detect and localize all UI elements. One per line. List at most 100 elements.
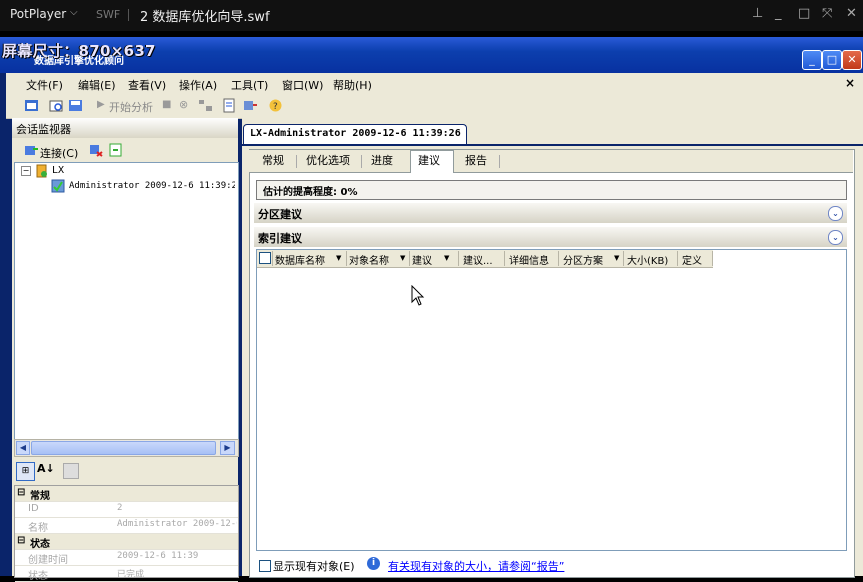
chevron-down-icon[interactable]: ⌵: [70, 7, 78, 18]
save-icon[interactable]: [68, 98, 83, 113]
menu-file[interactable]: 文件(F): [26, 77, 63, 93]
select-all-checkbox[interactable]: [259, 252, 271, 264]
grid-header: 数据库名称 ▼ 对象名称 ▼ 建议 ▼ 建议... 详细信息 分区方案 ▼ 大小…: [257, 250, 713, 268]
connect-icon[interactable]: [243, 98, 258, 113]
info-icon: i: [367, 557, 380, 570]
scroll-right-icon[interactable]: ▶: [220, 441, 235, 455]
fullscreen-icon[interactable]: ⤧: [822, 6, 832, 21]
estimated-improvement-label: 估计的提高程度: 0%: [263, 187, 358, 198]
file-type-label: SWF: [96, 8, 121, 21]
close-icon[interactable]: ✕: [846, 6, 857, 21]
index-recommendations-grid: [256, 249, 847, 551]
report-icon[interactable]: [222, 98, 237, 113]
session-node-label[interactable]: Administrator 2009-12-6 11:39:26: [69, 181, 235, 191]
property-value: 2009-12-6 11:39: [117, 551, 199, 561]
window-close-button[interactable]: ✕: [842, 50, 862, 70]
refresh-icon[interactable]: [109, 143, 122, 157]
file-title: 2 数据库优化向导.swf: [140, 10, 270, 25]
window-minimize-button[interactable]: _: [802, 50, 822, 70]
column-object-name[interactable]: 对象名称: [349, 252, 389, 267]
column-details[interactable]: 详细信息: [509, 252, 549, 267]
help-icon[interactable]: ?: [268, 98, 283, 113]
pin-icon[interactable]: ⊥: [752, 6, 763, 21]
column-recommendation-target[interactable]: 建议...: [463, 252, 493, 267]
properties-grid: ⊟ 常规 ID 2 名称 Administrator 2009-12-6 ⊟ 状态 创建…: [14, 485, 239, 582]
partition-recommendations-header[interactable]: 分区建议 ⌄: [254, 203, 847, 223]
connect-icon[interactable]: [24, 143, 39, 158]
menu-help[interactable]: 帮助(H): [333, 77, 372, 93]
server-icon[interactable]: [35, 164, 48, 178]
player-name[interactable]: PotPlayer: [10, 7, 66, 21]
property-row[interactable]: ID 2: [15, 502, 238, 518]
categorized-view-icon[interactable]: ⊞: [16, 462, 35, 481]
property-category-status[interactable]: ⊟ 状态: [15, 534, 238, 550]
document-tab[interactable]: LX-Administrator 2009-12-6 11:39:26: [243, 124, 467, 145]
disconnect-icon[interactable]: [89, 143, 103, 157]
menu-edit[interactable]: 编辑(E): [78, 77, 116, 93]
divider: [346, 251, 347, 266]
column-definition[interactable]: 定义: [682, 252, 702, 267]
tab-recommendations[interactable]: 建议: [418, 152, 440, 172]
column-size-kb[interactable]: 大小(KB): [627, 252, 668, 267]
start-analysis-button[interactable]: 开始分析: [109, 99, 153, 115]
filter-icon[interactable]: ▼: [444, 254, 449, 262]
collapse-icon[interactable]: ⊟: [17, 487, 25, 498]
maximize-icon[interactable]: □: [798, 6, 810, 21]
open-file-icon[interactable]: [49, 98, 64, 113]
property-row[interactable]: 创建时间 2009-12-6 11:39: [15, 550, 238, 566]
session-monitor-header: 会话监视器: [12, 118, 238, 138]
close-document-icon[interactable]: ×: [845, 76, 855, 90]
expand-icon[interactable]: ⌄: [828, 206, 843, 221]
property-value: 2: [117, 503, 123, 513]
menu-view[interactable]: 查看(V): [128, 77, 166, 93]
window-maximize-button[interactable]: □: [822, 50, 842, 70]
divider: [409, 251, 410, 266]
index-recommendations-header[interactable]: 索引建议 ⌄: [254, 227, 847, 247]
show-existing-objects-checkbox[interactable]: [259, 560, 271, 572]
stop-icon[interactable]: ■: [162, 99, 171, 110]
column-database-name[interactable]: 数据库名称: [275, 252, 325, 267]
divider: [296, 155, 297, 168]
property-key: 名称: [28, 523, 48, 534]
tab-progress[interactable]: 进度: [371, 152, 393, 172]
collapse-icon[interactable]: −: [21, 166, 31, 176]
menu-action[interactable]: 操作(A): [179, 77, 217, 93]
server-node-label[interactable]: LX: [52, 165, 64, 176]
collapse-icon[interactable]: ⊟: [17, 535, 25, 546]
cancel-icon[interactable]: ⊗: [179, 98, 188, 111]
property-pages-icon[interactable]: [63, 463, 79, 479]
session-icon[interactable]: [51, 179, 65, 193]
filter-icon[interactable]: ▼: [614, 254, 619, 262]
tab-general[interactable]: 常规: [262, 152, 284, 172]
menu-window[interactable]: 窗口(W): [282, 77, 323, 93]
tab-tuning-options[interactable]: 优化选项: [306, 152, 350, 172]
filter-icon[interactable]: ▼: [336, 254, 341, 262]
report-link[interactable]: 有关现有对象的大小，请参阅“报告”: [388, 558, 564, 574]
session-tree: [14, 162, 239, 440]
collapse-icon[interactable]: ⌄: [828, 230, 843, 245]
column-recommendation[interactable]: 建议: [412, 252, 432, 267]
divider: [558, 251, 559, 266]
new-session-icon[interactable]: [24, 98, 39, 113]
column-partition-scheme[interactable]: 分区方案: [563, 252, 603, 267]
tab-reports[interactable]: 报告: [465, 152, 487, 172]
property-category-general[interactable]: ⊟ 常规: [15, 486, 238, 502]
section-title: 索引建议: [258, 232, 302, 245]
divider: [361, 155, 362, 168]
filter-icon[interactable]: ▼: [400, 254, 405, 262]
divider: [504, 251, 505, 266]
menu-tools[interactable]: 工具(T): [231, 77, 268, 93]
tree-icon[interactable]: [198, 98, 213, 113]
scroll-left-icon[interactable]: ◀: [16, 441, 30, 455]
show-existing-objects-label[interactable]: 显示现有对象(E): [273, 558, 355, 574]
scrollbar-thumb[interactable]: [31, 441, 216, 455]
property-row[interactable]: 状态 已完成: [15, 566, 238, 582]
sort-alphabetical-icon[interactable]: A↓: [37, 462, 55, 475]
estimated-improvement: 估计的提高程度: 0%: [256, 180, 847, 200]
player-titlebar: [0, 0, 863, 31]
divider: [458, 251, 459, 266]
connect-button[interactable]: 连接(C): [40, 145, 78, 161]
property-row[interactable]: 名称 Administrator 2009-12-6: [15, 518, 238, 534]
play-icon[interactable]: ▶: [97, 99, 105, 110]
minimize-icon[interactable]: _: [775, 6, 782, 21]
